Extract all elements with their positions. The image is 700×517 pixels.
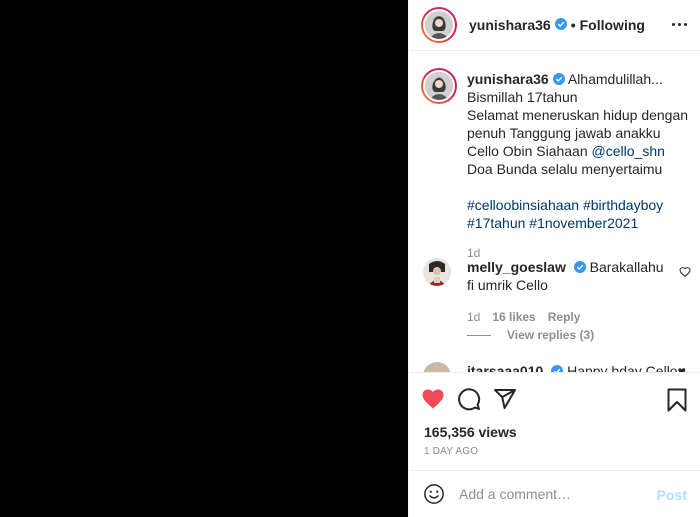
caption-avatar[interactable] — [421, 68, 457, 104]
share-icon[interactable] — [493, 387, 517, 411]
verified-badge-icon — [552, 73, 565, 86]
post-time[interactable]: 1 DAY AGO — [424, 446, 478, 457]
like-comment-heart-icon[interactable] — [679, 266, 691, 278]
replies-divider — [467, 334, 491, 336]
heart-icon[interactable] — [421, 387, 445, 411]
author-avatar[interactable] — [421, 7, 457, 43]
post-actions: 165,356 views 1 DAY AGO — [409, 372, 700, 472]
post-detail-panel: yunishara36 • Following yunishara36 Alha… — [408, 0, 700, 517]
view-count[interactable]: 165,356 views — [424, 424, 517, 440]
caption-line: Bismillah 17tahun — [467, 89, 578, 105]
post-media[interactable] — [0, 0, 408, 517]
more-options-icon[interactable] — [672, 23, 687, 26]
caption-line: Cello Obin Siahaan — [467, 143, 588, 159]
comments-list[interactable]: yunishara36 Alhamdulillah... Bismillah 1… — [409, 52, 700, 372]
post-header: yunishara36 • Following — [409, 0, 700, 51]
verified-badge-icon — [554, 18, 567, 30]
commenter-username[interactable]: melly_goeslaw — [467, 259, 566, 275]
commenter-avatar[interactable] — [423, 258, 451, 286]
add-comment-bar: Post — [409, 470, 700, 517]
post-comment-button[interactable]: Post — [657, 487, 687, 503]
bookmark-icon[interactable] — [667, 388, 687, 412]
emoji-icon[interactable] — [423, 483, 445, 505]
view-replies-button[interactable]: View replies (3) — [467, 328, 594, 342]
separator-dot: • — [570, 17, 576, 33]
comment-time[interactable]: 1d — [467, 310, 480, 324]
caption-line: Doa Bunda selalu menyertaimu — [467, 161, 663, 177]
comment-text: Happy bday Cello♥ — [567, 363, 686, 372]
hashtags-link[interactable]: #celloobinsiahaan #birthdayboy — [467, 197, 663, 213]
caption-line: Alhamdulillah... — [567, 71, 663, 87]
caption-username[interactable]: yunishara36 — [467, 71, 549, 87]
verified-badge-icon — [551, 365, 564, 372]
hashtags-link[interactable]: #17tahun #1november2021 — [467, 215, 638, 231]
verified-badge-icon — [573, 261, 586, 274]
author-username[interactable]: yunishara36 — [469, 17, 551, 33]
caption-line: Selamat meneruskan hidup dengan — [467, 107, 689, 123]
caption-line: penuh Tanggung jawab anakku — [467, 125, 661, 141]
mention-link[interactable]: @cello_shn — [592, 143, 665, 159]
view-replies-label: View replies (3) — [507, 328, 595, 342]
comment-input[interactable] — [459, 486, 649, 502]
following-button[interactable]: Following — [580, 17, 645, 33]
commenter-avatar[interactable] — [423, 362, 451, 372]
comment-icon[interactable] — [457, 387, 481, 411]
reply-button[interactable]: Reply — [548, 310, 581, 324]
comment-likes[interactable]: 16 likes — [492, 310, 535, 324]
commenter-username[interactable]: itarsaaa010 — [467, 363, 543, 372]
